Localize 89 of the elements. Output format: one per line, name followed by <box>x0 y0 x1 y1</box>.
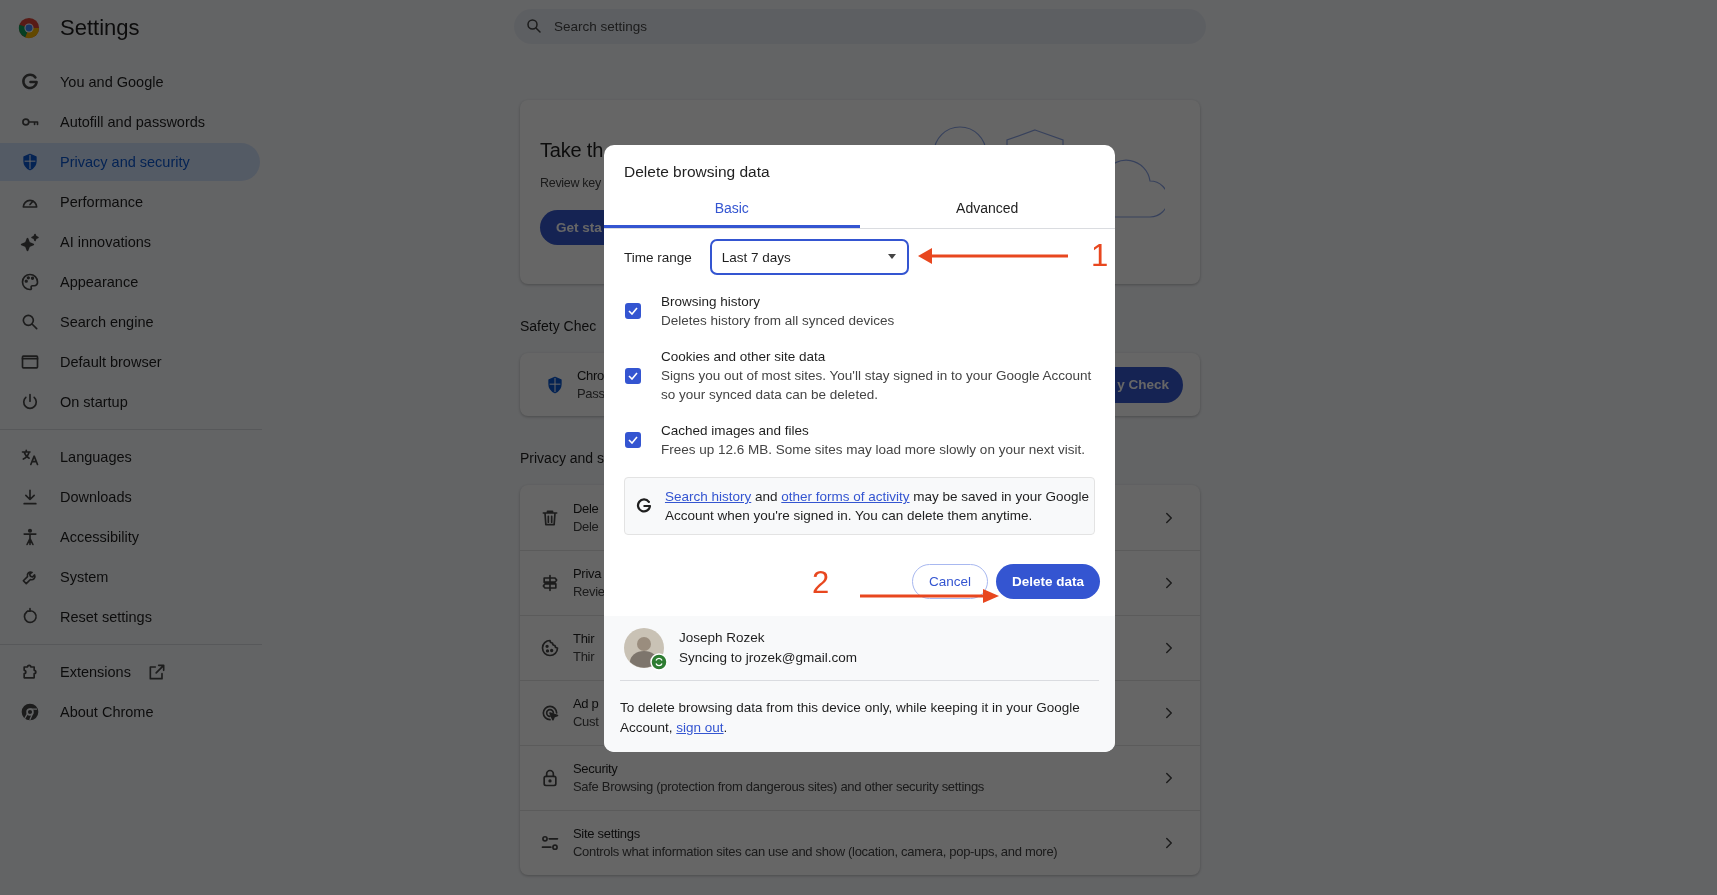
option-title: Browsing history <box>661 293 762 311</box>
sidebar-item[interactable]: Languages <box>0 438 260 476</box>
option-description: Signs you out of most sites. You'll stay signed in to your Google Account so your synced data can be deleted. <box>661 367 1093 404</box>
sidebar-item[interactable]: AI innovations <box>0 223 260 261</box>
checkmark-icon <box>628 371 638 380</box>
card-title: Take th <box>540 138 605 163</box>
row-description: Thir <box>573 648 595 666</box>
row-title: Dele <box>573 499 599 518</box>
sidebar-item[interactable]: System <box>0 558 260 596</box>
signpost-icon <box>540 573 560 593</box>
option-description: Frees up 12.6 MB. Some sites may load more slowly on your next visit. <box>661 441 1086 459</box>
search-field[interactable]: Search settings <box>514 9 1206 44</box>
time-range-select[interactable]: Last 7 days <box>709 239 909 275</box>
sidebar-item[interactable]: Downloads <box>0 478 260 516</box>
row-description: Revie <box>573 583 605 601</box>
row-title: Ad p <box>573 695 599 713</box>
sparkle-icon <box>20 232 40 252</box>
checkmark-icon <box>628 307 638 315</box>
checkbox[interactable] <box>625 367 641 384</box>
account-name: Joseph Rozek <box>679 629 766 647</box>
translate-icon <box>20 447 40 467</box>
power-icon <box>20 392 40 412</box>
field-label: Time range <box>624 249 692 265</box>
sidebar-item[interactable]: Appearance <box>0 263 260 301</box>
annotation-number: 2 <box>812 566 830 600</box>
card-text: Review key <box>540 175 601 192</box>
page-title: Settings <box>60 14 140 41</box>
puzzle-icon <box>20 662 40 682</box>
text-link[interactable]: sign out <box>676 720 724 735</box>
text-link[interactable]: other forms of activity <box>781 489 910 504</box>
row-description: Dele <box>573 517 599 536</box>
cancel-button[interactable]: Cancel <box>911 564 988 599</box>
row-title: Chro <box>577 366 605 385</box>
safety-check-button[interactable]: y Check <box>1115 366 1183 403</box>
sliders-icon <box>540 833 560 853</box>
row-description: Controls what information sites can use and show (location, camera, pop-ups, and more) <box>573 843 1058 861</box>
dialog-title: Delete browsing data <box>623 162 771 182</box>
row-description: Cust <box>573 713 599 731</box>
row-title: Security <box>573 760 619 778</box>
account-email: Syncing to jrozek@gmail.com <box>679 649 858 667</box>
search-icon <box>20 312 40 332</box>
sidebar-item[interactable]: Autofill and passwords <box>0 103 260 141</box>
annotation-number: 1 <box>1091 239 1109 273</box>
row-description: Pass <box>577 384 605 403</box>
accessibility-icon <box>20 527 40 547</box>
row-title: Priva <box>573 565 603 583</box>
row-title: Thir <box>573 630 595 648</box>
sidebar-item[interactable]: Accessibility <box>0 518 260 556</box>
get-started-button[interactable]: Get sta <box>540 210 604 245</box>
google-icon <box>635 497 653 515</box>
sync-icon <box>650 653 668 671</box>
option-description: Deletes history from all synced devices <box>661 312 896 330</box>
sidebar-item[interactable]: Search engine <box>0 303 260 341</box>
google-icon <box>20 72 40 92</box>
cookie-icon <box>540 638 560 658</box>
browser-window-icon <box>20 352 40 372</box>
download-icon <box>20 487 40 507</box>
sidebar-item[interactable]: About Chrome <box>0 693 260 731</box>
shield-icon <box>545 374 565 395</box>
text-link[interactable]: Search history <box>664 489 752 504</box>
palette-icon <box>20 272 40 292</box>
sidebar-item[interactable]: Privacy and security <box>0 143 260 181</box>
chrome-logo-icon <box>18 16 40 39</box>
sidebar-item[interactable]: On startup <box>0 383 260 421</box>
target-cursor-icon <box>540 703 560 723</box>
row-description: Safe Browsing (protection from dangerous sites) and other security settings <box>573 778 985 796</box>
dropdown-caret-icon <box>886 254 897 260</box>
option-title: Cached images and files <box>661 422 810 440</box>
row-title: Site settings <box>573 825 641 843</box>
section-heading: Privacy and s <box>520 449 605 468</box>
checkbox[interactable] <box>625 432 641 448</box>
sidebar-item[interactable]: Extensions <box>0 653 260 691</box>
sidebar-item[interactable]: Default browser <box>0 343 260 381</box>
sidebar-item[interactable]: Reset settings <box>0 598 260 636</box>
chrome-icon <box>20 702 40 722</box>
tab[interactable]: Basic <box>604 190 860 228</box>
sidebar-item[interactable]: You and Google <box>0 63 260 101</box>
delete-button[interactable]: Delete data <box>995 564 1100 599</box>
shield-icon <box>20 152 40 172</box>
tab[interactable]: Advanced <box>859 190 1115 228</box>
search-icon <box>525 17 543 35</box>
checkbox[interactable] <box>625 303 641 319</box>
sidebar-item[interactable]: Performance <box>0 183 260 221</box>
option-title: Cookies and other site data <box>661 348 827 366</box>
info-text: Search history and other forms of activity may be saved in your Google Account when you're signed in. You can delete them anytime. <box>664 488 1090 525</box>
section-heading: Safety Chec <box>520 317 597 336</box>
lock-icon <box>540 768 560 788</box>
footer-note: To delete browsing data from this device only, while keeping it in your Google Account, sign out. <box>620 699 1081 737</box>
checkmark-icon <box>628 436 638 444</box>
